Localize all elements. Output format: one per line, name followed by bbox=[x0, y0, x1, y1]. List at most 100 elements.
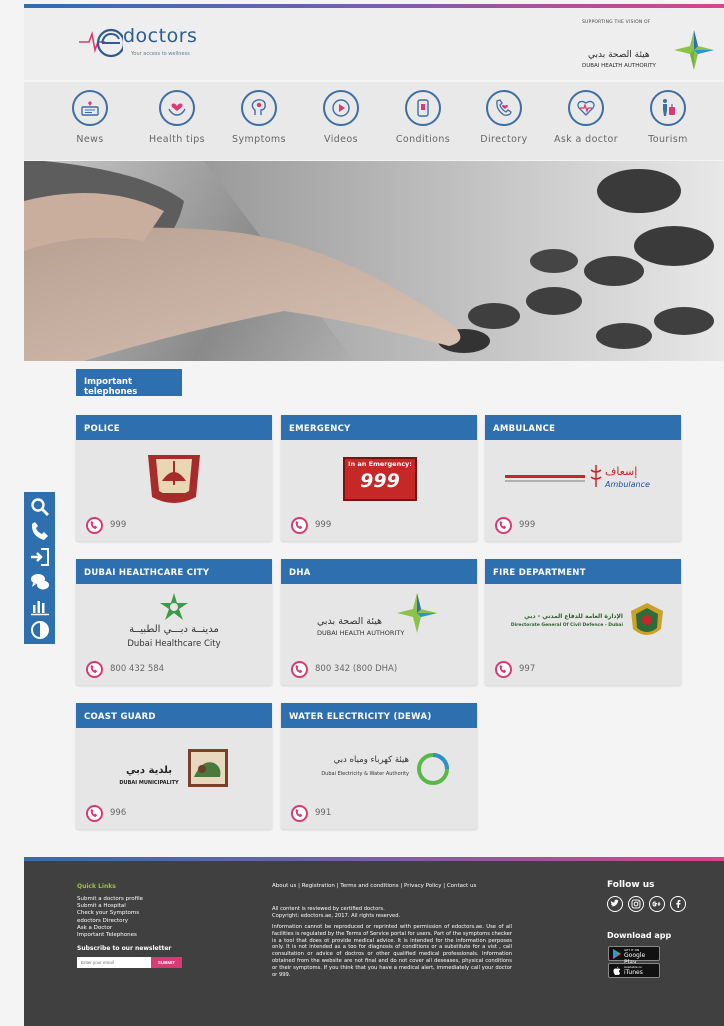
videos-icon bbox=[323, 90, 359, 126]
card-dewa[interactable]: WATER ELECTRICITY (DEWA) هيئة كهرباء ومي… bbox=[281, 703, 477, 829]
phone-icon bbox=[86, 661, 103, 678]
dha-card-logo: هيئة الصحة بدبي DUBAI HEALTH AUTHORITY bbox=[281, 587, 477, 657]
nav-label: Symptoms bbox=[232, 134, 286, 145]
phone-number: 800 432 584 bbox=[110, 664, 165, 674]
tourism-icon bbox=[650, 90, 686, 126]
google-plus-icon[interactable] bbox=[649, 896, 665, 912]
footer-info: All content is reviewed by certified doc… bbox=[272, 906, 512, 920]
card-title: COAST GUARD bbox=[76, 703, 272, 728]
nav-item-videos[interactable]: Videos bbox=[300, 90, 382, 152]
card-fire-department[interactable]: FIRE DEPARTMENT الإدارة العامة للدفاع ال… bbox=[485, 559, 681, 685]
phone-number: 996 bbox=[110, 808, 127, 818]
dubai-municipality-logo: بلدية دبي DUBAI MUNICIPALITY bbox=[76, 731, 272, 801]
dha-card-ar: هيئة الصحة بدبي bbox=[317, 616, 383, 627]
phone-number: 997 bbox=[519, 664, 536, 674]
nav-item-symptoms[interactable]: Symptoms bbox=[218, 90, 300, 152]
ambulance-logo-ar: إسعاف bbox=[605, 465, 638, 478]
card-ambulance[interactable]: AMBULANCE إسعاف Ambulance 999 bbox=[485, 415, 681, 541]
nav-label: Ask a doctor bbox=[553, 134, 619, 145]
accessibility-sidebar bbox=[24, 492, 55, 644]
card-title: DUBAI HEALTHCARE CITY bbox=[76, 559, 272, 584]
municipality-en: DUBAI MUNICIPALITY bbox=[119, 780, 179, 786]
apple-icon bbox=[613, 966, 621, 976]
phone-icon bbox=[86, 517, 103, 534]
card-title: FIRE DEPARTMENT bbox=[485, 559, 681, 584]
instagram-icon[interactable] bbox=[628, 896, 644, 912]
google-play-badge[interactable]: GET IT ON Google Play bbox=[608, 946, 660, 966]
phone-icon bbox=[495, 661, 512, 678]
itunes-label: iTunes bbox=[624, 969, 643, 976]
police-logo bbox=[76, 443, 272, 513]
phone-number: 999 bbox=[315, 520, 332, 530]
card-coast-guard[interactable]: COAST GUARD بلدية دبي DUBAI MUNICIPALITY… bbox=[76, 703, 272, 829]
logo-pulse-icon bbox=[79, 28, 123, 58]
phone-number: 991 bbox=[315, 808, 332, 818]
quick-links: Submit a doctors profile Submit a Hospit… bbox=[77, 896, 143, 939]
emergency-logo-line2: 999 bbox=[360, 470, 400, 492]
municipality-ar: بلدية دبي bbox=[126, 765, 172, 776]
supporting-text: SUPPORTING THE VISION OF bbox=[582, 20, 651, 25]
copyright-text: Copyright: edoctors.ae, 2017. All rights… bbox=[272, 912, 401, 919]
nav-item-health-tips[interactable]: Health tips bbox=[136, 90, 218, 152]
search-icon[interactable] bbox=[30, 497, 50, 517]
download-app-title: Download app bbox=[607, 931, 672, 940]
quick-link[interactable]: edoctors Directory bbox=[77, 918, 143, 925]
card-dubai-healthcare-city[interactable]: DUBAI HEALTHCARE CITY مدينــة دبـــي الط… bbox=[76, 559, 272, 685]
dha-english: DUBAI HEALTH AUTHORITY bbox=[582, 63, 656, 69]
health-tips-icon bbox=[159, 90, 195, 126]
footer-link-registration[interactable]: Registration bbox=[302, 883, 335, 889]
quick-link[interactable]: Important Telephones bbox=[77, 932, 143, 939]
logo-wordmark: doctors bbox=[123, 25, 198, 47]
dhcc-logo-en: Dubai Healthcare City bbox=[127, 639, 221, 649]
ask-doctor-icon bbox=[568, 90, 604, 126]
newsletter-email-input[interactable] bbox=[77, 957, 151, 968]
nav-item-tourism[interactable]: Tourism bbox=[627, 90, 709, 152]
emergency-logo: In an Emergency: 999 bbox=[281, 443, 477, 513]
nav-item-conditions[interactable]: Conditions bbox=[382, 90, 464, 152]
quick-link[interactable]: Submit a doctors profile bbox=[77, 896, 143, 903]
card-emergency[interactable]: EMERGENCY In an Emergency: 999 999 bbox=[281, 415, 477, 541]
facebook-icon[interactable] bbox=[670, 896, 686, 912]
itunes-badge[interactable]: Available on iTunes bbox=[608, 963, 660, 978]
quick-links-title: Quick Links bbox=[77, 883, 116, 890]
card-title: POLICE bbox=[76, 415, 272, 440]
civil-defence-ar: الإدارة العامة للدفاع المدني - دبي bbox=[524, 613, 623, 620]
footer-links: About us | Registration | Terms and cond… bbox=[272, 883, 477, 889]
card-police[interactable]: POLICE 999 bbox=[76, 415, 272, 541]
dha-logo[interactable]: SUPPORTING THE VISION OF هيئة الصحة بدبي… bbox=[580, 20, 720, 70]
directory-icon bbox=[486, 90, 522, 126]
nav-label: Health tips bbox=[149, 134, 205, 145]
quick-link[interactable]: Submit a Hospital bbox=[77, 903, 143, 910]
footer-link-privacy[interactable]: Privacy Policy bbox=[404, 883, 441, 889]
nav-label: Directory bbox=[480, 134, 528, 145]
symptoms-icon bbox=[241, 90, 277, 126]
dha-star-icon bbox=[674, 30, 714, 70]
footer-link-about[interactable]: About us bbox=[272, 883, 296, 889]
chart-icon[interactable] bbox=[30, 596, 50, 616]
card-dha[interactable]: DHA هيئة الصحة بدبي DUBAI HEALTH AUTHORI… bbox=[281, 559, 477, 685]
nav-item-news[interactable]: News bbox=[49, 90, 131, 152]
quick-link[interactable]: Ask a Doctor bbox=[77, 925, 143, 932]
important-telephones-title: Important telephones bbox=[76, 369, 182, 397]
dewa-en: Dubai Electricity & Water Authority bbox=[321, 771, 409, 777]
chat-icon[interactable] bbox=[30, 572, 50, 592]
nav-item-ask-a-doctor[interactable]: Ask a doctor bbox=[545, 90, 627, 152]
edoctors-logo[interactable]: doctors Your access to wellness bbox=[79, 22, 209, 66]
card-title: AMBULANCE bbox=[485, 415, 681, 440]
news-icon bbox=[72, 90, 108, 126]
phone-icon bbox=[291, 661, 308, 678]
login-icon[interactable] bbox=[30, 547, 50, 567]
footer-link-contact[interactable]: Contact us bbox=[447, 883, 477, 889]
quick-link[interactable]: Check your Symptoms bbox=[77, 910, 143, 917]
twitter-icon[interactable] bbox=[607, 896, 623, 912]
nav-item-directory[interactable]: Directory bbox=[463, 90, 545, 152]
newsletter-submit-button[interactable]: SUBMIT bbox=[151, 957, 182, 968]
page: doctors Your access to wellness SUPPORTI… bbox=[0, 0, 724, 1026]
emergency-logo-line1: In an Emergency: bbox=[348, 460, 412, 468]
phone-icon bbox=[291, 805, 308, 822]
follow-us-title: Follow us bbox=[607, 880, 655, 890]
contrast-icon[interactable] bbox=[30, 620, 50, 640]
phone-icon[interactable] bbox=[30, 522, 50, 542]
dha-arabic: هيئة الصحة بدبي bbox=[588, 50, 650, 60]
footer-link-terms[interactable]: Terms and conditions bbox=[340, 883, 398, 889]
